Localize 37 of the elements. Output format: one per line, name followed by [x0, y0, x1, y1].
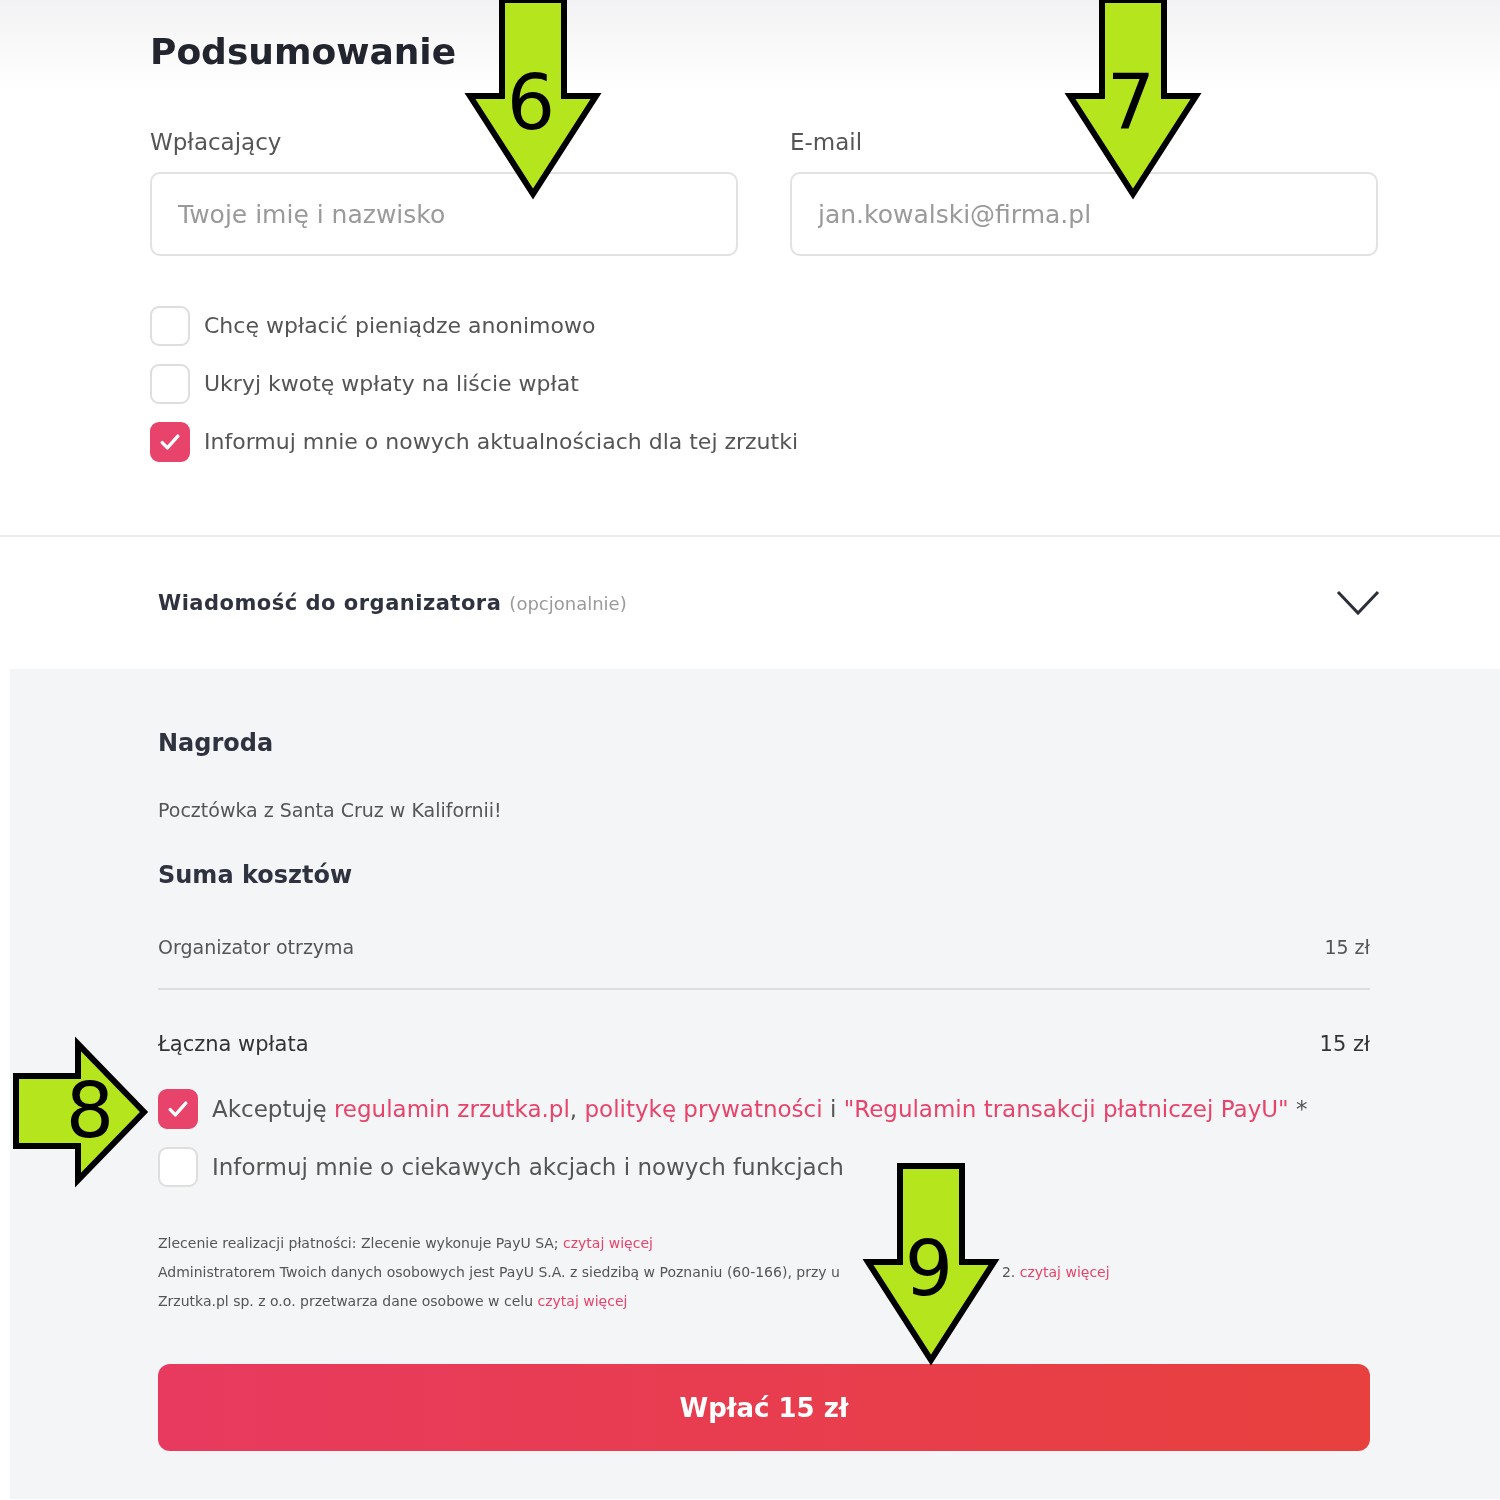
- consent-text: Informuj mnie o ciekawych akcjach i nowych funkcjach: [212, 1153, 844, 1182]
- input-field[interactable]: jan.kowalski@firma.pl: [790, 172, 1378, 256]
- chevron-icon[interactable]: [1336, 589, 1380, 617]
- summary-value: 15 zł: [1319, 1032, 1370, 1056]
- checkbox-label: Informuj mnie o nowych aktualnościach dla tej zrzutki: [204, 428, 799, 456]
- link[interactable]: czytaj więcej: [563, 1235, 653, 1251]
- notice-text: Administratorem Twoich danych osobowych jest PayU S.A. z siedzibą w Poznaniu (60-166), przy u: [158, 1264, 840, 1280]
- link[interactable]: "Regulamin transakcji płatniczej PayU": [843, 1096, 1289, 1122]
- field-label: Wpłacający: [150, 128, 282, 157]
- pay-button[interactable]: Wpłać 15 zł: [158, 1364, 1370, 1451]
- notice-text: Zlecenie realizacji płatności: Zlecenie wykonuje PayU SA;: [158, 1235, 560, 1251]
- reward-text: Pocztówka z Santa Cruz w Kalifornii!: [158, 798, 503, 823]
- summary-heading: Podsumowanie: [150, 30, 458, 74]
- notice-text: Zrzutka.pl sp. z o.o. przetwarza dane osobowe w celu: [158, 1293, 535, 1309]
- notice-text: 2.: [1001, 1264, 1017, 1280]
- link[interactable]: czytaj więcej: [537, 1293, 628, 1309]
- checkbox-label: Chcę wpłacić pieniądze anonimowo: [204, 312, 596, 340]
- link[interactable]: czytaj więcej: [1019, 1264, 1110, 1280]
- checkbox-label: Ukryj kwotę wpłaty na liście wpłat: [204, 370, 579, 398]
- callout-number: 7: [1106, 58, 1156, 147]
- input-field[interactable]: Twoje imię i nazwisko: [150, 172, 738, 256]
- callout-number: 6: [506, 58, 556, 147]
- message-section-title: Wiadomość do organizatora: [158, 591, 502, 615]
- summary-label: Organizator otrzyma: [158, 936, 355, 958]
- checkbox[interactable]: [150, 422, 190, 462]
- callout-number: 9: [904, 1224, 954, 1313]
- callout-number: 8: [65, 1066, 115, 1155]
- link[interactable]: politykę prywatności: [584, 1096, 823, 1122]
- consent-text: Akceptuję regulamin zrzutka.pl, politykę prywatności i "Regulamin transakcji płatniczej PayU" *: [212, 1095, 1308, 1124]
- summary-value: 15 zł: [1324, 936, 1370, 958]
- link[interactable]: regulamin zrzutka.pl: [333, 1096, 570, 1122]
- checkbox[interactable]: [158, 1089, 198, 1129]
- optional-note: (opcjonalnie): [509, 592, 627, 614]
- reward-heading: Nagroda: [158, 728, 275, 759]
- summary-label: Łączna wpłata: [158, 1032, 309, 1056]
- field-label: E-mail: [790, 128, 863, 157]
- summary-title: Suma kosztów: [158, 860, 354, 891]
